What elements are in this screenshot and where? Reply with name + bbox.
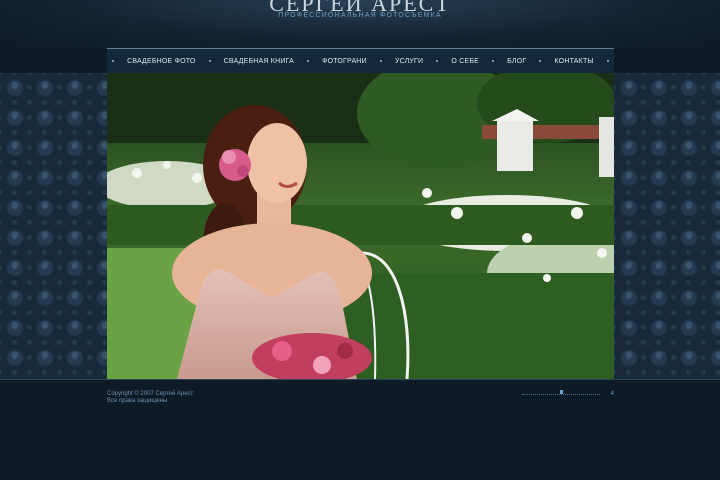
pager-track[interactable]: [522, 394, 600, 395]
nav-item-about[interactable]: О СЕБЕ: [451, 58, 479, 65]
nav-item-wedding-book[interactable]: СВАДЕБНАЯ КНИГА: [224, 58, 294, 65]
nav-separator: [307, 60, 310, 62]
damask-pattern-left: [0, 73, 107, 379]
nav-item-contacts[interactable]: КОНТАКТЫ: [554, 58, 593, 65]
nav-separator: [606, 60, 609, 62]
rights-text: Все права защищены: [107, 398, 168, 404]
bride-in-garden-image: [107, 73, 614, 379]
nav-item-blog[interactable]: БЛОГ: [507, 58, 526, 65]
content-divider: [0, 379, 720, 380]
nav-separator: [112, 60, 114, 62]
nav-separator: [208, 60, 211, 62]
gallery-pager[interactable]: 4: [522, 390, 614, 400]
nav-separator: [539, 60, 542, 62]
nav-item-photo-facets[interactable]: ФОТОГРАНИ: [322, 58, 367, 65]
pager-current-number: 4: [610, 391, 614, 397]
nav-separator: [492, 60, 495, 62]
nav-separator: [379, 60, 382, 62]
nav-item-services[interactable]: УСЛУГИ: [395, 58, 423, 65]
copyright-text: Copyright © 2007 Сергей Арест: [107, 391, 194, 397]
nav-item-wedding-photo[interactable]: СВАДЕБНОЕ ФОТО: [127, 58, 195, 65]
pager-handle[interactable]: [560, 390, 563, 394]
nav-separator: [436, 60, 439, 62]
site-logo-subtitle: ПРОФЕССИОНАЛЬНАЯ ФОТОСЪЕМКА: [278, 12, 442, 19]
site-header: СЕРГЕЙ АРЕСТ ПРОФЕССИОНАЛЬНАЯ ФОТОСЪЕМКА: [0, 0, 720, 48]
main-nav: СВАДЕБНОЕ ФОТО СВАДЕБНАЯ КНИГА ФОТОГРАНИ…: [107, 48, 614, 73]
featured-photo[interactable]: [107, 73, 614, 379]
damask-pattern-right: [614, 73, 720, 379]
footer-copyright: Copyright © 2007 Сергей Арест Все права …: [107, 391, 193, 405]
